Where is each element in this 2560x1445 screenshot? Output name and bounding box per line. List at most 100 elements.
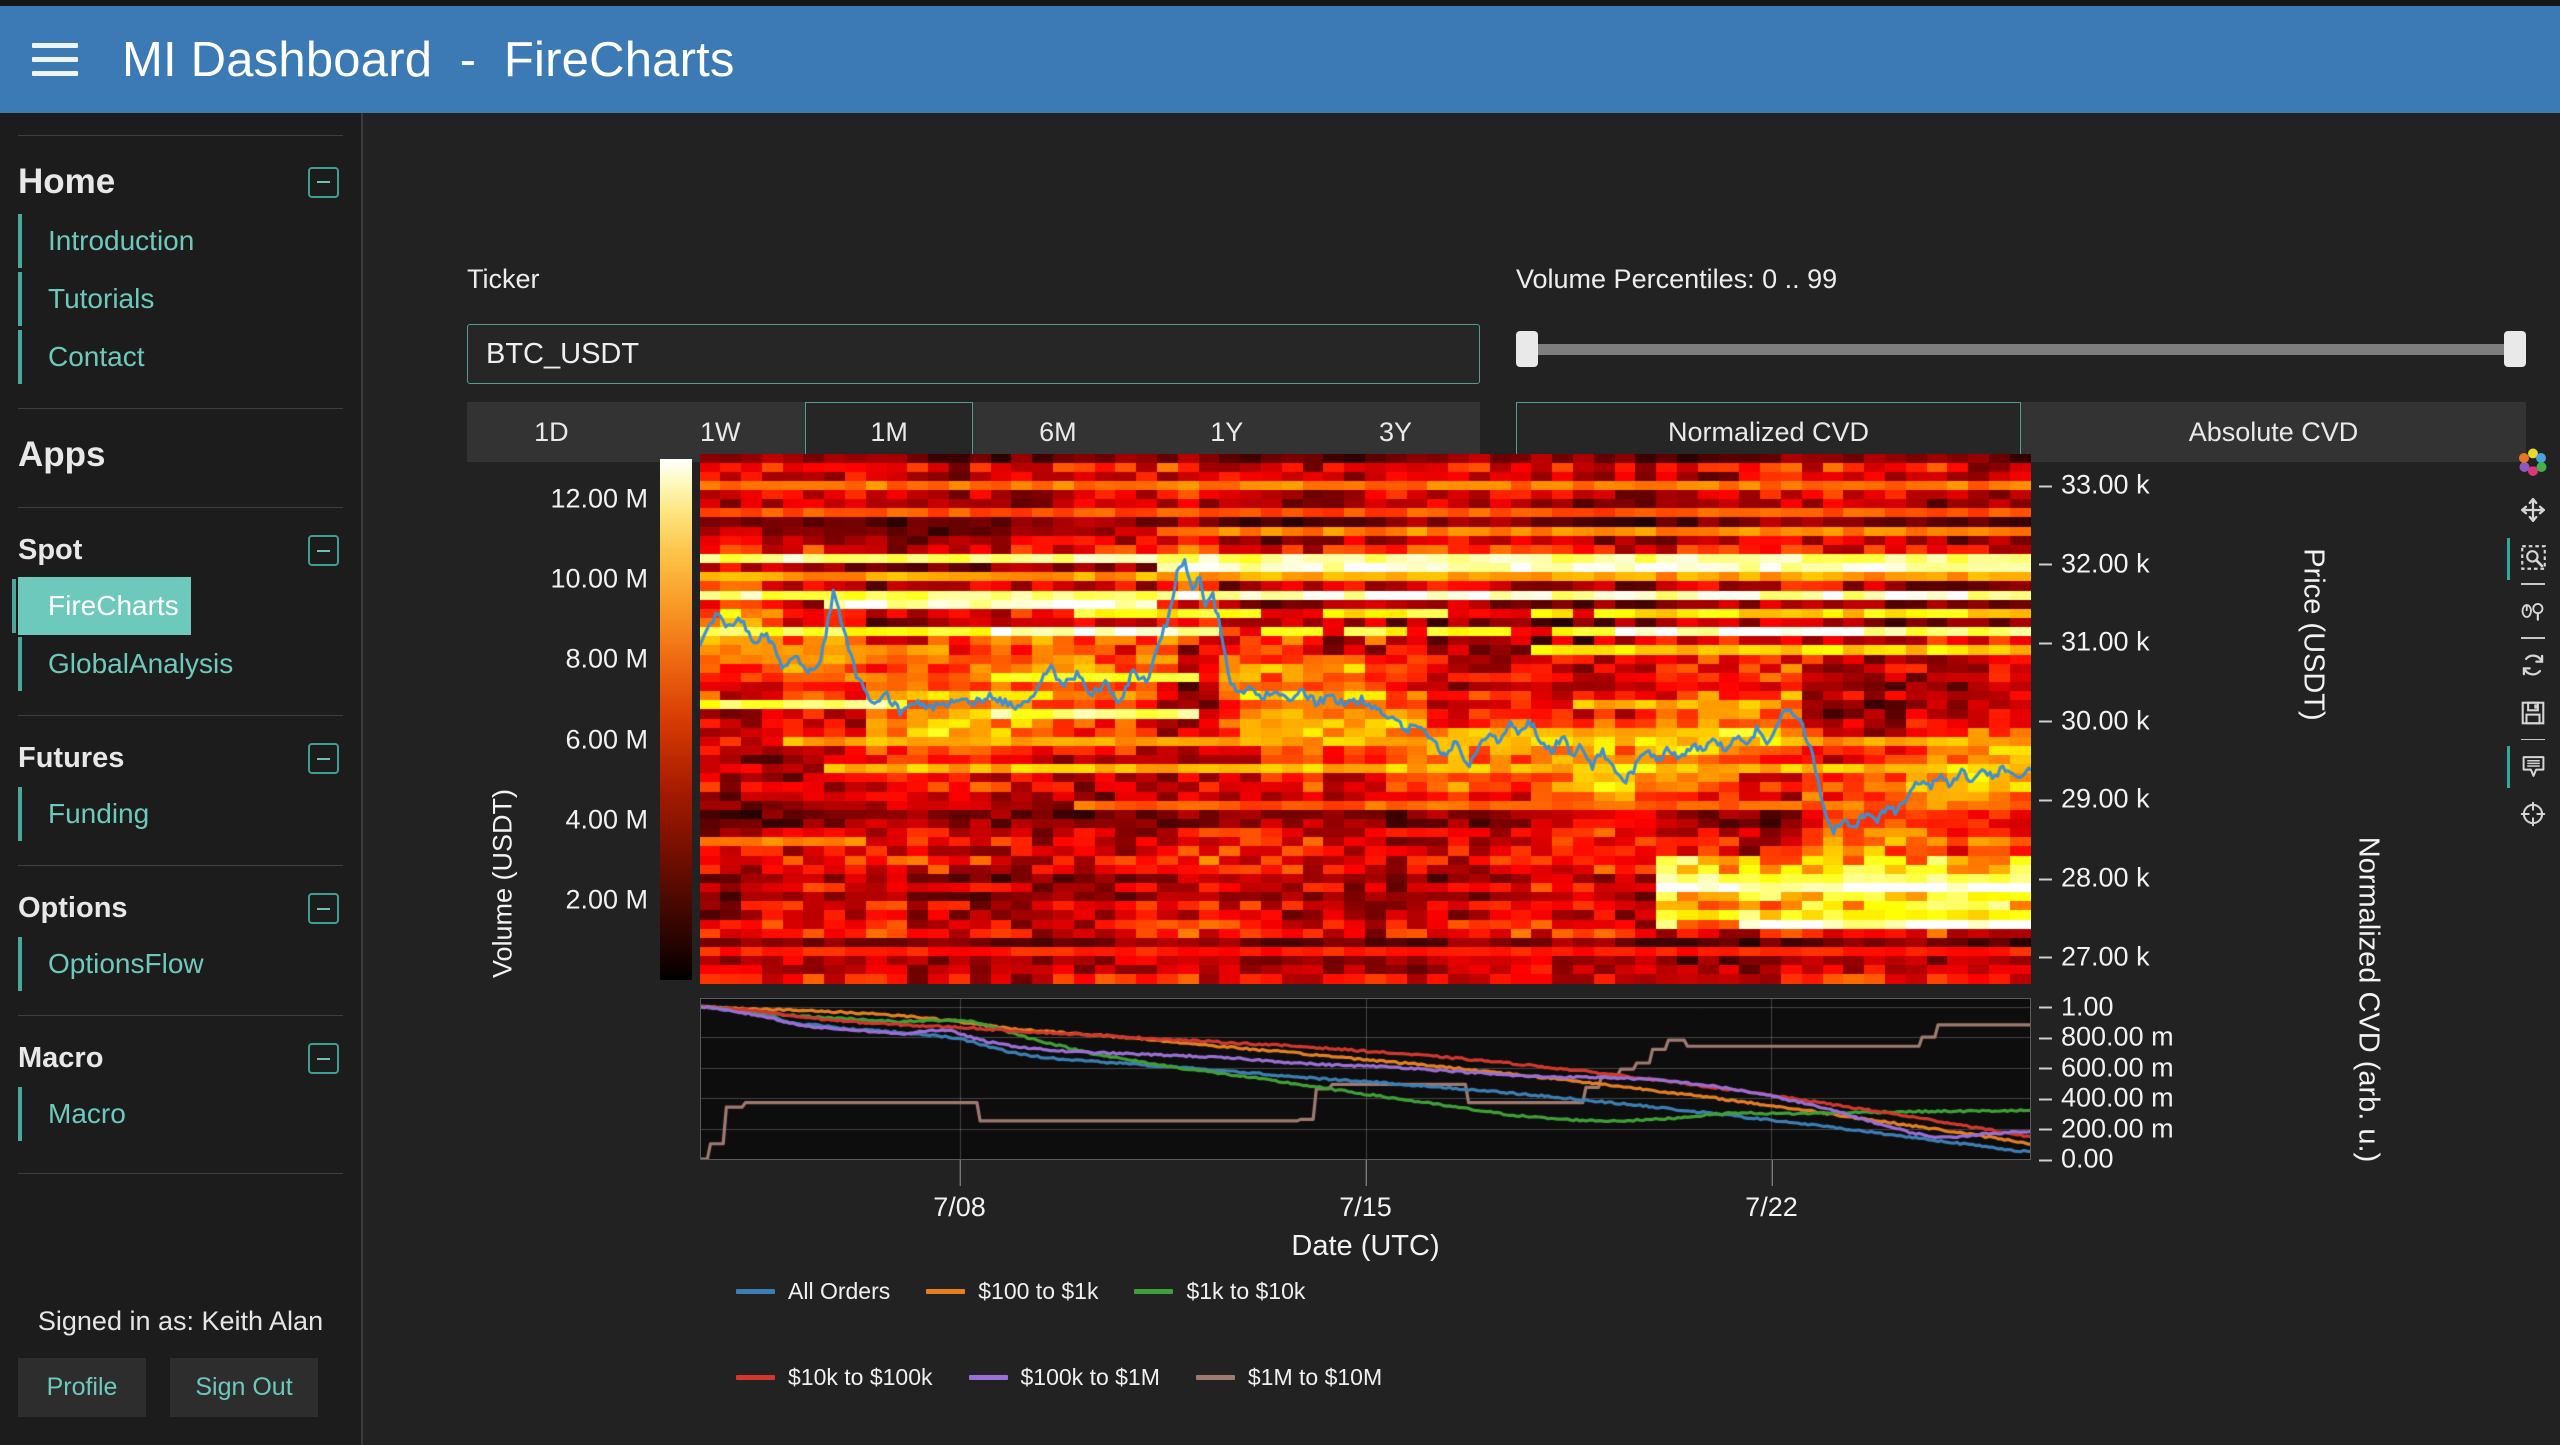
sidebar: Home Introduction Tutorials Contact Apps… xyxy=(0,113,363,1445)
sidebar-group-home: Introduction Tutorials Contact xyxy=(18,212,361,386)
cvd-axis-label: Normalized CVD (arb. u.) xyxy=(2352,830,2385,1170)
minus-box-icon[interactable] xyxy=(308,743,339,774)
legend-item[interactable]: $1M to $10M xyxy=(1196,1364,1382,1391)
sidebar-group-futures: Funding xyxy=(18,785,361,843)
sidebar-item-funding[interactable]: Funding xyxy=(18,785,361,843)
heatmap-canvas[interactable] xyxy=(700,454,2031,984)
legend-label: $10k to $100k xyxy=(788,1364,933,1391)
sidebar-item-macro[interactable]: Macro xyxy=(18,1085,361,1143)
slider-handle-max[interactable] xyxy=(2504,331,2526,367)
price-axis-ticks: 27.00 k28.00 k29.00 k30.00 k31.00 k32.00… xyxy=(2039,438,2239,1013)
sidebar-item-optionsflow[interactable]: OptionsFlow xyxy=(18,935,361,993)
cvd-axis-ticks: 0.00200.00 m400.00 m600.00 m800.00 m1.00 xyxy=(2039,983,2259,1178)
volume-tick-label: 4.00 M xyxy=(565,804,648,835)
chart-area: 2.00 M4.00 M6.00 M8.00 M10.00 M12.00 M V… xyxy=(363,438,2560,1445)
slider-handle-min[interactable] xyxy=(1516,331,1538,367)
legend-item[interactable]: $10k to $100k xyxy=(736,1364,933,1391)
hover-icon[interactable] xyxy=(2509,742,2557,790)
sidebar-item-globalanalysis[interactable]: GlobalAnalysis xyxy=(18,635,361,693)
minus-box-icon[interactable] xyxy=(308,893,339,924)
sidebar-item-label: Contact xyxy=(48,341,145,373)
price-axis-label: Price (USDT) xyxy=(2297,485,2330,785)
date-axis-ticks: 7/08 7/15 7/22 xyxy=(700,1160,2031,1230)
pan-icon[interactable] xyxy=(2509,486,2557,534)
sidebar-item-label: FireCharts xyxy=(48,590,179,622)
cvd-legend: All Orders $100 to $1k $1k to $10k $10k to… xyxy=(700,1278,2100,1391)
volume-tick-label: 12.00 M xyxy=(550,484,648,515)
minus-box-icon[interactable] xyxy=(308,535,339,566)
sidebar-group-options: OptionsFlow xyxy=(18,935,361,993)
price-tick-label: 28.00 k xyxy=(2061,863,2150,894)
cvd-canvas[interactable] xyxy=(701,999,2030,1159)
box-zoom-icon[interactable] xyxy=(2509,534,2557,582)
volume-tick-label: 2.00 M xyxy=(565,884,648,915)
volume-heatmap[interactable] xyxy=(700,454,2031,984)
legend-swatch xyxy=(969,1375,1008,1380)
cvd-tick-label: 400.00 m xyxy=(2061,1083,2174,1114)
volume-axis-label: Volume (USDT) xyxy=(488,734,519,1034)
legend-label: $1k to $10k xyxy=(1186,1278,1305,1305)
legend-item[interactable]: $1k to $10k xyxy=(1134,1278,1305,1305)
sidebar-group-macro: Macro xyxy=(18,1085,361,1143)
legend-label: All Orders xyxy=(788,1278,890,1305)
volume-percentiles-slider[interactable] xyxy=(1516,331,2526,367)
volume-tick-label: 8.00 M xyxy=(565,644,648,675)
legend-swatch xyxy=(926,1289,965,1294)
date-axis-label: Date (UTC) xyxy=(700,1230,2031,1263)
cvd-chart[interactable] xyxy=(700,998,2031,1160)
toolbar-separator xyxy=(2521,637,2545,639)
cvd-tick-label: 1.00 xyxy=(2061,991,2114,1022)
legend-swatch xyxy=(736,1289,775,1294)
price-tick-label: 32.00 k xyxy=(2061,548,2150,579)
sidebar-item-contact[interactable]: Contact xyxy=(18,328,361,386)
sidebar-section-macro: Macro xyxy=(0,1016,361,1085)
sidebar-section-apps: Apps xyxy=(0,409,361,485)
price-tick-label: 27.00 k xyxy=(2061,941,2150,972)
sidebar-item-label: Funding xyxy=(48,798,149,830)
profile-button[interactable]: Profile xyxy=(18,1358,146,1417)
app-header: MI Dashboard - FireCharts xyxy=(0,6,2560,113)
sidebar-item-label: Tutorials xyxy=(48,283,154,315)
legend-item[interactable]: All Orders xyxy=(736,1278,890,1305)
sidebar-section-spot: Spot xyxy=(0,508,361,577)
sidebar-divider xyxy=(18,1173,343,1174)
cvd-tick-label: 600.00 m xyxy=(2061,1052,2174,1083)
sidebar-item-tutorials[interactable]: Tutorials xyxy=(18,270,361,328)
price-tick-label: 29.00 k xyxy=(2061,784,2150,815)
sidebar-item-label: OptionsFlow xyxy=(48,948,204,980)
legend-item[interactable]: $100k to $1M xyxy=(969,1364,1160,1391)
date-tick-label: 7/22 xyxy=(1745,1192,1798,1223)
sidebar-section-title: Spot xyxy=(18,534,82,567)
minus-box-icon[interactable] xyxy=(308,167,339,198)
sidebar-section-title: Home xyxy=(18,162,115,202)
cvd-tick-label: 0.00 xyxy=(2061,1144,2114,1175)
cvd-tick-label: 200.00 m xyxy=(2061,1113,2174,1144)
sidebar-section-title: Apps xyxy=(18,435,106,475)
slider-track[interactable] xyxy=(1516,344,2526,355)
minus-box-icon[interactable] xyxy=(308,1043,339,1074)
sidebar-item-firecharts[interactable]: FireCharts xyxy=(18,577,191,635)
legend-swatch xyxy=(736,1375,775,1380)
legend-row: All Orders $100 to $1k $1k to $10k xyxy=(700,1278,2100,1305)
legend-label: $1M to $10M xyxy=(1248,1364,1382,1391)
sidebar-section-options: Options xyxy=(0,866,361,935)
save-icon[interactable] xyxy=(2509,689,2557,737)
legend-swatch xyxy=(1134,1289,1173,1294)
sidebar-item-label: Introduction xyxy=(48,225,194,257)
legend-label: $100 to $1k xyxy=(978,1278,1098,1305)
signout-button[interactable]: Sign Out xyxy=(170,1358,318,1417)
bokeh-logo-icon xyxy=(2509,438,2557,486)
price-tick-label: 31.00 k xyxy=(2061,627,2150,658)
bokeh-toolbar xyxy=(2509,438,2557,838)
legend-row: $10k to $100k $100k to $1M $1M to $10M xyxy=(700,1364,2100,1391)
hamburger-icon[interactable] xyxy=(32,37,78,83)
wheel-zoom-icon[interactable] xyxy=(2509,587,2557,635)
sidebar-item-introduction[interactable]: Introduction xyxy=(18,212,361,270)
legend-item[interactable]: $100 to $1k xyxy=(926,1278,1098,1305)
ticker-input[interactable] xyxy=(467,324,1480,384)
date-tick-label: 7/15 xyxy=(1339,1192,1392,1223)
date-tick-label: 7/08 xyxy=(933,1192,986,1223)
reset-icon[interactable] xyxy=(2509,641,2557,689)
crosshair-icon[interactable] xyxy=(2509,790,2557,838)
volume-tick-label: 6.00 M xyxy=(565,724,648,755)
